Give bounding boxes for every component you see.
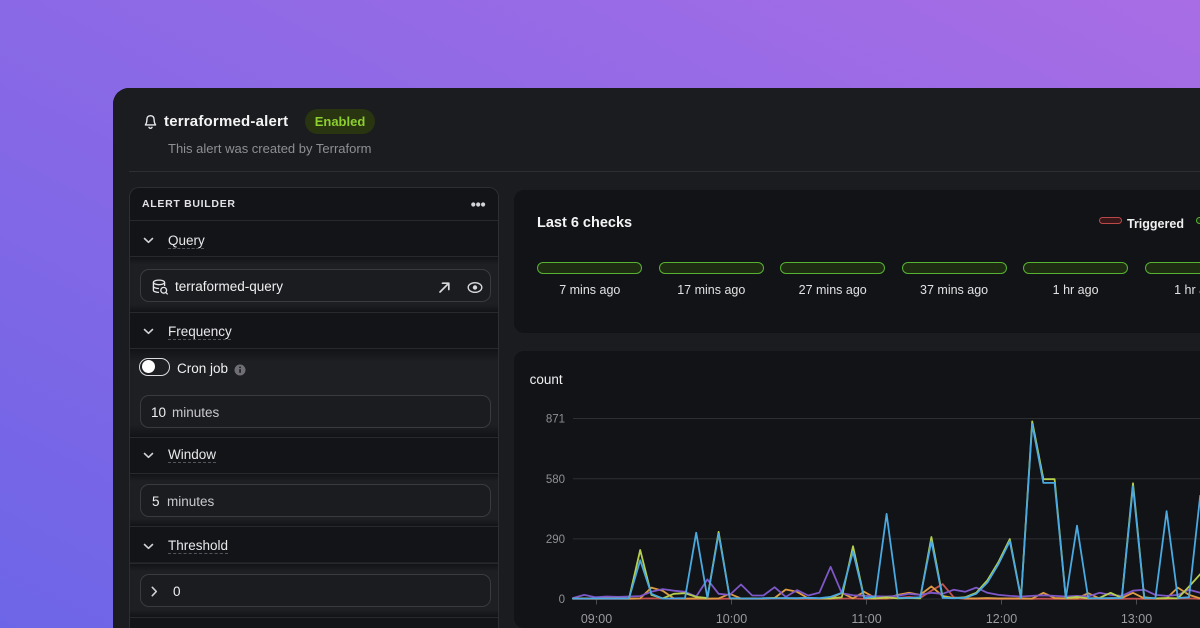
svg-text:0: 0 — [559, 594, 565, 606]
svg-text:10:00: 10:00 — [716, 612, 747, 626]
svg-text:13:00: 13:00 — [1121, 612, 1152, 626]
svg-text:12:00: 12:00 — [986, 612, 1017, 626]
svg-text:09:00: 09:00 — [581, 612, 612, 626]
svg-text:580: 580 — [546, 474, 565, 486]
svg-text:count: count — [530, 372, 563, 387]
svg-text:871: 871 — [546, 414, 565, 426]
svg-text:290: 290 — [546, 534, 565, 546]
svg-text:11:00: 11:00 — [851, 612, 881, 626]
